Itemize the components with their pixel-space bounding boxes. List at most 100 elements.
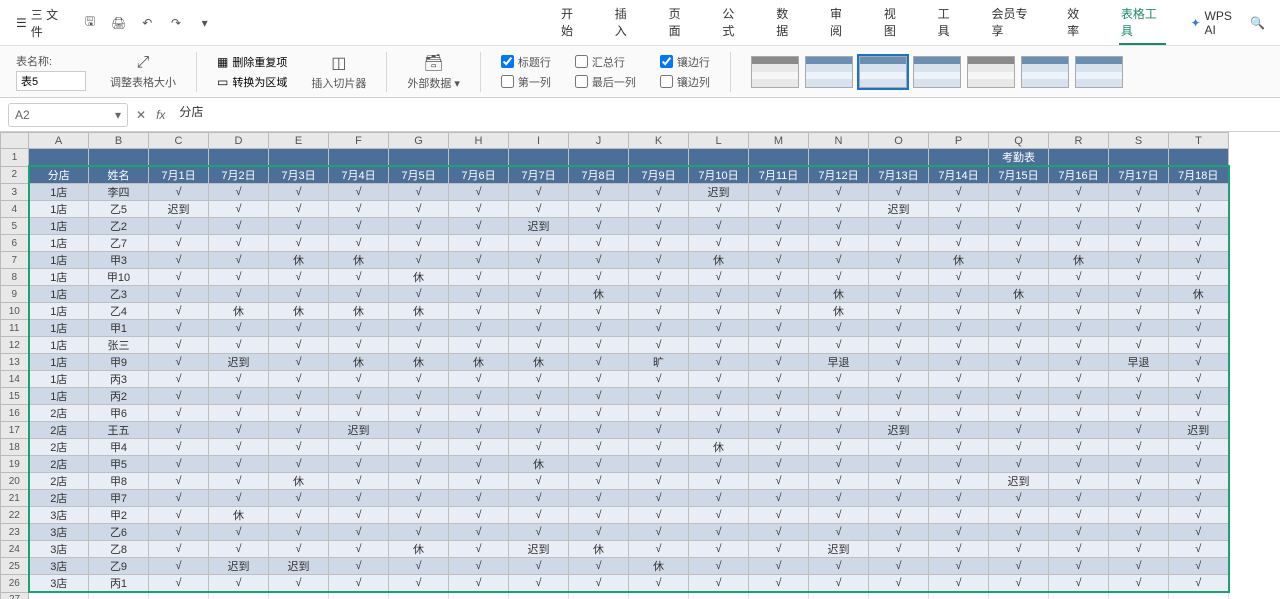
cell[interactable]: 休 (989, 286, 1049, 303)
cell[interactable]: √ (1109, 252, 1169, 269)
cell[interactable]: √ (329, 575, 389, 593)
cell[interactable]: √ (569, 456, 629, 473)
cell[interactable]: 休 (269, 303, 329, 320)
cell[interactable]: √ (809, 371, 869, 388)
cell[interactable]: √ (149, 439, 209, 456)
row-header-10[interactable]: 10 (1, 303, 29, 320)
cell[interactable]: √ (389, 371, 449, 388)
cell[interactable]: √ (989, 524, 1049, 541)
cell[interactable]: √ (989, 303, 1049, 320)
cell[interactable]: √ (1109, 575, 1169, 593)
cell[interactable]: 1店 (29, 388, 89, 405)
cell[interactable]: √ (1109, 320, 1169, 337)
cell[interactable]: √ (689, 269, 749, 286)
cell[interactable]: √ (509, 320, 569, 337)
cell[interactable]: √ (809, 320, 869, 337)
cell[interactable]: 休 (569, 541, 629, 558)
cell[interactable]: √ (329, 184, 389, 201)
sheet-area[interactable]: ABCDEFGHIJKLMNOPQRST 1考勤表2分店姓名7月1日7月2日7月… (0, 132, 1280, 599)
cell[interactable]: √ (689, 575, 749, 593)
cell[interactable]: 7月16日 (1049, 166, 1109, 184)
row-header-11[interactable]: 11 (1, 320, 29, 337)
cell[interactable]: 7月14日 (929, 166, 989, 184)
cell[interactable]: √ (1169, 337, 1229, 354)
cell[interactable]: √ (509, 388, 569, 405)
cell[interactable]: √ (269, 371, 329, 388)
cell[interactable]: √ (449, 490, 509, 507)
cell[interactable] (1169, 592, 1229, 599)
cell[interactable]: 迟到 (329, 422, 389, 439)
cell[interactable] (989, 592, 1049, 599)
cell[interactable]: √ (989, 541, 1049, 558)
cell[interactable]: √ (869, 541, 929, 558)
cell[interactable]: √ (1169, 235, 1229, 252)
cell[interactable]: √ (449, 388, 509, 405)
row-header-2[interactable]: 2 (1, 166, 29, 184)
cell[interactable]: 3店 (29, 575, 89, 593)
cell[interactable]: √ (809, 507, 869, 524)
cell[interactable]: √ (1049, 201, 1109, 218)
file-menu[interactable]: ☰三 文件 (8, 2, 76, 44)
cell[interactable]: √ (629, 269, 689, 286)
cell[interactable]: √ (209, 320, 269, 337)
cell[interactable]: 7月5日 (389, 166, 449, 184)
chk-banded-col-input[interactable] (660, 75, 673, 88)
cell[interactable]: √ (149, 269, 209, 286)
cell[interactable]: √ (1109, 439, 1169, 456)
menu-tab-8[interactable]: 会员专享 (989, 1, 1037, 45)
cell[interactable]: √ (329, 456, 389, 473)
cell[interactable]: √ (449, 524, 509, 541)
cell[interactable]: 丙1 (89, 575, 149, 593)
cell[interactable]: √ (1049, 456, 1109, 473)
row-header-27[interactable]: 27 (1, 592, 29, 599)
cell[interactable]: √ (269, 575, 329, 593)
row-header-23[interactable]: 23 (1, 524, 29, 541)
cell[interactable] (569, 592, 629, 599)
cell[interactable]: √ (989, 388, 1049, 405)
cell[interactable]: 1店 (29, 337, 89, 354)
cell[interactable]: √ (329, 541, 389, 558)
cell[interactable]: √ (329, 388, 389, 405)
cell[interactable]: 迟到 (509, 218, 569, 235)
cell[interactable]: 1店 (29, 252, 89, 269)
table-style-3[interactable] (859, 56, 907, 88)
cell[interactable] (1109, 592, 1169, 599)
cell[interactable]: 7月10日 (689, 166, 749, 184)
cell[interactable]: 7月18日 (1169, 166, 1229, 184)
cell[interactable]: √ (209, 388, 269, 405)
cell[interactable]: √ (689, 507, 749, 524)
cell[interactable]: √ (749, 235, 809, 252)
cell[interactable]: 1店 (29, 235, 89, 252)
cell[interactable]: √ (749, 422, 809, 439)
cell[interactable]: 甲7 (89, 490, 149, 507)
cell[interactable]: 休 (809, 286, 869, 303)
undo-icon[interactable]: ↶ (133, 8, 162, 38)
cell[interactable]: 3店 (29, 541, 89, 558)
row-header-5[interactable]: 5 (1, 218, 29, 235)
cell[interactable]: √ (449, 541, 509, 558)
cell[interactable]: 7月7日 (509, 166, 569, 184)
cell[interactable]: 休 (809, 303, 869, 320)
cell[interactable]: 2店 (29, 422, 89, 439)
cell[interactable]: √ (749, 354, 809, 371)
cell[interactable]: √ (689, 201, 749, 218)
row-header-13[interactable]: 13 (1, 354, 29, 371)
cell[interactable]: √ (209, 524, 269, 541)
cell[interactable]: √ (509, 439, 569, 456)
table-style-4[interactable] (913, 56, 961, 88)
cell[interactable]: √ (449, 422, 509, 439)
cell[interactable]: 姓名 (89, 166, 149, 184)
cell[interactable]: √ (929, 218, 989, 235)
cell[interactable]: √ (929, 456, 989, 473)
cell[interactable]: √ (509, 507, 569, 524)
cell[interactable]: 甲6 (89, 405, 149, 422)
cell[interactable]: √ (1049, 371, 1109, 388)
cell[interactable]: 休 (509, 456, 569, 473)
cell[interactable]: √ (1169, 507, 1229, 524)
col-header-D[interactable]: D (209, 133, 269, 149)
cell[interactable]: 甲10 (89, 269, 149, 286)
cell[interactable]: √ (269, 405, 329, 422)
cell[interactable] (569, 149, 629, 167)
cell[interactable]: √ (569, 269, 629, 286)
col-header-O[interactable]: O (869, 133, 929, 149)
